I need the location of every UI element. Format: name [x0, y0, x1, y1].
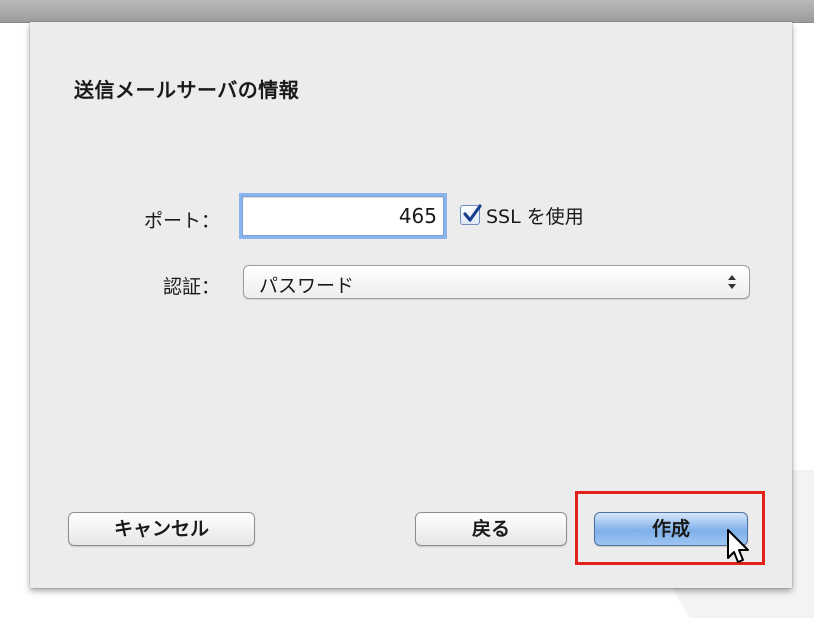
- auth-select[interactable]: パスワード: [243, 265, 750, 299]
- auth-select-value: パスワード: [259, 275, 355, 297]
- chevron-updown-icon: [728, 275, 736, 289]
- checkmark-icon: [463, 204, 482, 222]
- mouse-pointer-icon: [727, 529, 749, 563]
- dialog-title: 送信メールサーバの情報: [74, 78, 300, 102]
- ssl-label[interactable]: SSL を使用: [486, 202, 584, 229]
- port-input[interactable]: [242, 196, 444, 236]
- port-label: ポート：: [143, 210, 220, 232]
- cancel-button[interactable]: キャンセル: [68, 512, 255, 546]
- back-button[interactable]: 戻る: [415, 512, 567, 546]
- auth-label: 認証：: [162, 276, 220, 298]
- ssl-checkbox[interactable]: [460, 204, 482, 225]
